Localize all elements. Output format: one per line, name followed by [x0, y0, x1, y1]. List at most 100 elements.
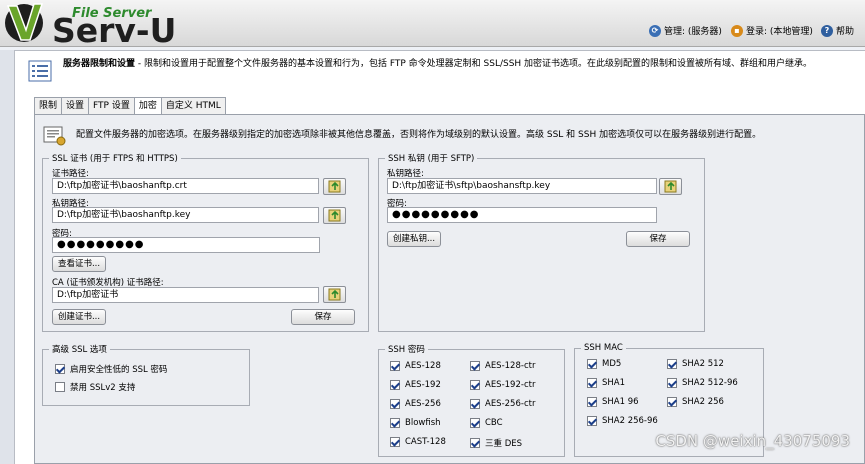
checkbox-box[interactable] [667, 378, 677, 388]
ssh-key-legend: SSH 私钥 (用于 SFTP) [388, 154, 475, 164]
tab-encryption[interactable]: 加密 [133, 97, 162, 115]
tab-ftp-settings[interactable]: FTP 设置 [88, 97, 135, 114]
checkbox-box[interactable] [390, 399, 400, 409]
cert-browse-button[interactable] [323, 178, 346, 195]
logo-title: Serv-U [52, 11, 177, 50]
weak-ssl-ciphers-label: 启用安全性低的 SSL 密码 [70, 365, 168, 375]
checkbox-box[interactable] [587, 359, 597, 369]
page-title: 服务器限制和设置 [63, 59, 136, 69]
checkbox-box[interactable] [470, 380, 480, 390]
disable-sslv2-checkbox[interactable]: 禁用 SSLv2 支持 [55, 381, 135, 393]
ssh-key-browse-button[interactable] [659, 178, 682, 195]
ssh-cipher-checkbox[interactable]: AES-128 [390, 361, 441, 371]
advanced-ssl-legend: 高级 SSL 选项 [52, 345, 107, 355]
help-link-label: 帮助 [836, 27, 855, 37]
ssl-password-field[interactable]: ●●●●●●●●● [52, 237, 320, 253]
weak-ssl-ciphers-checkbox[interactable]: 启用安全性低的 SSL 密码 [55, 363, 167, 375]
ssh-cipher-label: AES-192-ctr [485, 380, 536, 390]
ssh-cipher-checkbox[interactable]: AES-192-ctr [470, 380, 535, 390]
ssh-mac-label: SHA1 96 [602, 397, 639, 407]
ssh-cipher-checkbox[interactable]: Blowfish [390, 418, 441, 428]
ssh-mac-label: SHA2 256-96 [602, 416, 658, 426]
ssh-cipher-label: AES-192 [405, 380, 441, 390]
checkbox-box[interactable] [390, 380, 400, 390]
checkbox-box[interactable] [667, 397, 677, 407]
left-gutter [0, 50, 14, 464]
manage-link[interactable]: ⟳ 管理: (服务器) [649, 24, 722, 37]
refresh-icon: ⟳ [649, 24, 661, 37]
ssh-mac-label: SHA2 256 [682, 397, 724, 407]
tab-limits[interactable]: 限制 [34, 97, 63, 114]
checkbox-box[interactable] [587, 378, 597, 388]
browse-folder-icon [328, 180, 341, 193]
ssh-cipher-label: AES-128 [405, 361, 441, 371]
view-cert-button[interactable]: 查看证书... [52, 256, 106, 272]
certificate-icon [43, 126, 66, 146]
key-browse-button[interactable] [323, 207, 346, 224]
key-path-field[interactable]: D:\ftp加密证书\baoshanftp.key [52, 207, 319, 223]
settings-list-icon [28, 60, 52, 82]
create-cert-button[interactable]: 创建证书... [52, 309, 106, 325]
serv-u-logo-icon [5, 3, 44, 42]
ssh-cipher-label: CBC [485, 418, 503, 428]
ssh-cipher-checkbox[interactable]: AES-256-ctr [470, 399, 535, 409]
ssh-mac-checkbox[interactable]: SHA2 256-96 [587, 416, 658, 426]
disable-sslv2-label: 禁用 SSLv2 支持 [70, 383, 136, 393]
checkbox-box[interactable] [587, 397, 597, 407]
tab-custom-html[interactable]: 自定义 HTML [160, 97, 226, 114]
page-description-text: - 限制和设置用于配置整个文件服务器的基本设置和行为，包括 FTP 命令处理器定… [135, 59, 813, 69]
checkbox-box[interactable] [390, 418, 400, 428]
ssh-mac-label: MD5 [602, 359, 622, 369]
help-icon: ? [821, 24, 833, 37]
ssh-cipher-checkbox[interactable]: CAST-128 [390, 437, 446, 447]
ssl-cert-legend: SSL 证书 (用于 FTPS 和 HTTPS) [52, 154, 178, 164]
ssh-save-button[interactable]: 保存 [626, 231, 690, 247]
ssh-mac-checkbox[interactable]: SHA1 [587, 378, 625, 388]
ssh-cipher-checkbox[interactable]: 三重 DES [470, 437, 522, 449]
cert-path-field[interactable]: D:\ftp加密证书\baoshanftp.crt [52, 178, 319, 194]
tab-settings[interactable]: 设置 [61, 97, 90, 114]
ssh-mac-checkbox[interactable]: SHA2 512 [667, 359, 724, 369]
checkbox-box[interactable] [587, 416, 597, 426]
ssl-save-button[interactable]: 保存 [291, 309, 355, 325]
ca-browse-button[interactable] [323, 286, 346, 303]
ssh-key-path-field[interactable]: D:\ftp加密证书\sftp\baoshansftp.key [387, 178, 657, 194]
checkbox-box[interactable] [667, 359, 677, 369]
checkbox-box[interactable] [390, 437, 400, 447]
ssh-cipher-checkbox[interactable]: CBC [470, 418, 503, 428]
login-link[interactable]: ▪ 登录: (本地管理) [731, 24, 813, 37]
ssh-mac-checkbox[interactable]: SHA1 96 [587, 397, 639, 407]
checkbox-box[interactable] [470, 399, 480, 409]
checkbox-box[interactable] [470, 438, 480, 448]
lock-icon: ▪ [731, 24, 743, 37]
manage-link-label: 管理: (服务器) [664, 27, 722, 37]
watermark-text: CSDN @weixin_43075093 [655, 432, 850, 450]
ssh-mac-checkbox[interactable]: SHA2 256 [667, 397, 724, 407]
ca-path-field[interactable]: D:\ftp加密证书 [52, 287, 319, 303]
checkbox-box[interactable] [470, 418, 480, 428]
checkbox-box[interactable] [470, 361, 480, 371]
create-ssh-key-button[interactable]: 创建私钥... [387, 231, 441, 247]
page-description: 服务器限制和设置 - 限制和设置用于配置整个文件服务器的基本设置和行为，包括 F… [63, 58, 853, 71]
ssh-mac-label: SHA2 512-96 [682, 378, 738, 388]
checkbox-box[interactable] [55, 364, 65, 374]
ssh-cipher-label: Blowfish [405, 418, 441, 428]
checkbox-box[interactable] [55, 382, 65, 392]
ssh-mac-label: SHA1 [602, 378, 626, 388]
ssh-password-field[interactable]: ●●●●●●●●● [387, 207, 657, 223]
ssh-cipher-checkbox[interactable]: AES-256 [390, 399, 441, 409]
checkbox-box[interactable] [390, 361, 400, 371]
tab-bar: 限制 设置 FTP 设置 加密 自定义 HTML [34, 97, 226, 115]
ssh-cipher-checkbox[interactable]: AES-192 [390, 380, 441, 390]
ssh-mac-checkbox[interactable]: MD5 [587, 359, 621, 369]
ssh-mac-checkbox[interactable]: SHA2 512-96 [667, 378, 738, 388]
ssh-mac-legend: SSH MAC [584, 343, 623, 353]
ssh-cipher-label: AES-128-ctr [485, 361, 536, 371]
ssh-ciphers-legend: SSH 密码 [388, 345, 425, 355]
encryption-intro: 配置文件服务器的加密选项。在服务器级别指定的加密选项除非被其他信息覆盖，否则将作… [76, 130, 762, 140]
ssh-cipher-checkbox[interactable]: AES-128-ctr [470, 361, 535, 371]
browse-folder-icon [328, 288, 341, 301]
ssh-cipher-label: 三重 DES [485, 439, 523, 449]
help-link[interactable]: ? 帮助 [821, 24, 854, 37]
ssh-cipher-label: CAST-128 [405, 437, 446, 447]
